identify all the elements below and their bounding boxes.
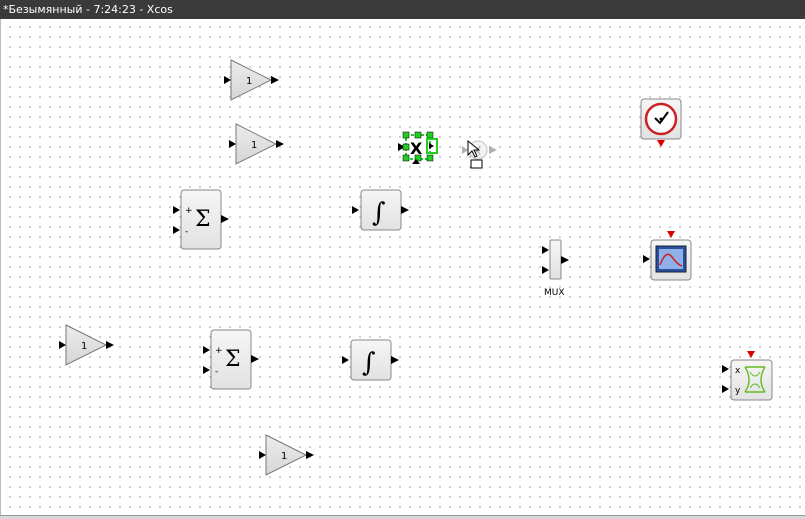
input-port[interactable] (173, 206, 180, 214)
sum-sign-minus: - (185, 227, 188, 237)
input-port[interactable] (59, 341, 66, 349)
status-strip (0, 515, 805, 519)
sum-block[interactable]: + - Σ (203, 329, 259, 390)
resize-handle[interactable] (402, 143, 410, 151)
output-port[interactable] (306, 451, 314, 459)
clock-icon (644, 102, 678, 136)
sum-sign-minus: - (215, 367, 218, 377)
clock-block[interactable] (640, 98, 682, 147)
input-port[interactable] (342, 356, 349, 364)
product-block-selected[interactable]: X (398, 131, 438, 164)
integral-symbol: ∫ (372, 198, 386, 228)
event-input-port[interactable] (747, 351, 755, 358)
sum-sign-plus: + (215, 346, 223, 356)
scope-block[interactable] (643, 231, 692, 281)
output-port[interactable] (221, 215, 229, 223)
integrator-block[interactable]: ∫ (342, 339, 399, 381)
gain-block[interactable]: 1 (59, 324, 114, 366)
sum-block[interactable]: + - Σ (173, 189, 229, 250)
xy-label-y: y (735, 386, 741, 396)
gain-value: 1 (281, 451, 287, 462)
resize-handle[interactable] (402, 131, 410, 139)
resize-handle[interactable] (414, 131, 422, 139)
scope-icon (655, 245, 687, 273)
gain-value: 1 (246, 76, 252, 87)
output-port[interactable] (251, 355, 259, 363)
resize-handle[interactable] (426, 131, 434, 139)
gain-value: 1 (251, 140, 257, 151)
sigma-symbol: Σ (195, 207, 211, 232)
resize-handle[interactable] (402, 154, 410, 162)
output-port[interactable] (391, 356, 399, 364)
input-port[interactable] (542, 266, 549, 274)
diagram-blocks-layer: 1 1 1 1 + - Σ + - Σ ∫ ∫ X X MUX x y (59, 59, 773, 476)
input-port[interactable] (542, 246, 549, 254)
gain-block[interactable]: 1 (224, 59, 279, 101)
input-port[interactable] (352, 206, 359, 214)
sum-sign-plus: + (185, 206, 193, 216)
input-port[interactable] (643, 255, 650, 263)
output-port[interactable] (271, 76, 279, 84)
event-input-port[interactable] (667, 231, 675, 238)
xy-label-x: x (735, 366, 741, 376)
sigma-symbol: Σ (225, 347, 241, 372)
output-port[interactable] (561, 256, 569, 264)
input-port[interactable] (259, 451, 266, 459)
mux-label: MUX (544, 288, 565, 298)
integrator-block[interactable]: ∫ (352, 189, 409, 231)
input-port[interactable] (203, 346, 210, 354)
output-port[interactable] (106, 341, 114, 349)
input-port[interactable] (224, 76, 231, 84)
input-port[interactable] (203, 366, 210, 374)
mux-block[interactable]: MUX (542, 239, 569, 298)
xy-scope-block[interactable]: x y (722, 351, 773, 401)
input-port-y[interactable] (722, 385, 729, 393)
resize-handle[interactable] (426, 154, 434, 162)
input-port-x[interactable] (722, 365, 729, 373)
gain-block[interactable]: 1 (259, 434, 314, 476)
gain-block[interactable]: 1 (229, 123, 284, 165)
output-port[interactable] (276, 140, 284, 148)
input-port[interactable] (173, 226, 180, 234)
gain-value: 1 (81, 341, 87, 352)
event-output-port[interactable] (657, 140, 665, 147)
integral-symbol: ∫ (362, 348, 376, 378)
input-port[interactable] (229, 140, 236, 148)
output-port[interactable] (401, 206, 409, 214)
